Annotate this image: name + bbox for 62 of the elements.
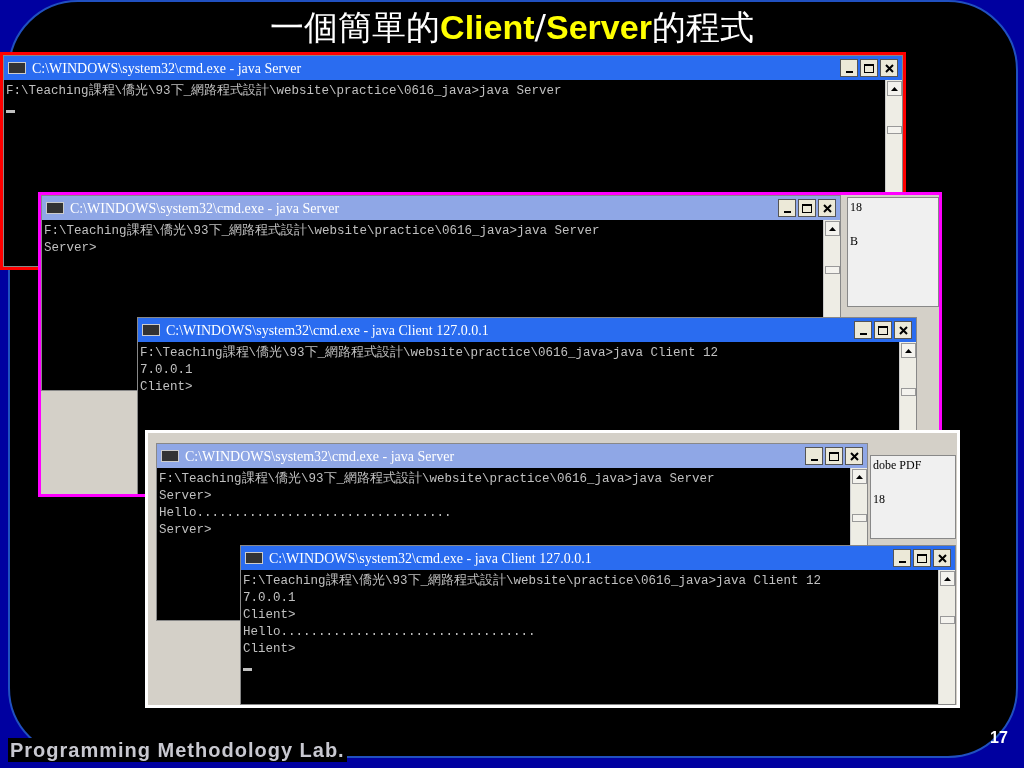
console-icon bbox=[46, 202, 64, 214]
window-title: C:\WINDOWS\system32\cmd.exe - java Server bbox=[70, 199, 340, 218]
scroll-thumb[interactable] bbox=[824, 266, 840, 274]
fragment-text: 18 bbox=[850, 200, 862, 214]
up-arrow-icon bbox=[828, 226, 836, 231]
console-line: F:\Teaching課程\僑光\93下_網路程式設計\website\practice\0616_java>java Client 12 bbox=[140, 345, 719, 362]
console-line: Server> bbox=[44, 240, 97, 257]
minimize-button[interactable] bbox=[840, 59, 858, 77]
console-icon bbox=[161, 450, 179, 462]
console-line: F:\Teaching課程\僑光\93下_網路程式設計\website\practice\0616_java>java Server bbox=[44, 223, 600, 240]
console-line: 7.0.0.1 bbox=[243, 590, 296, 607]
console-line: Client> bbox=[243, 641, 296, 658]
fragment-text: 18 bbox=[873, 492, 885, 506]
fragment-text: dobe PDF bbox=[873, 458, 922, 472]
minimize-button[interactable] bbox=[854, 321, 872, 339]
scroll-thumb[interactable] bbox=[851, 514, 867, 522]
console-line: Client> bbox=[243, 607, 296, 624]
minimize-button[interactable] bbox=[893, 549, 911, 567]
close-button[interactable] bbox=[818, 199, 836, 217]
window-title: C:\WINDOWS\system32\cmd.exe - java Server bbox=[32, 59, 302, 78]
close-icon bbox=[884, 63, 894, 73]
up-arrow-icon bbox=[855, 474, 863, 479]
scroll-thumb[interactable] bbox=[939, 616, 955, 624]
maximize-button[interactable] bbox=[798, 199, 816, 217]
console-line: F:\Teaching課程\僑光\93下_網路程式設計\website\practice\0616_java>java Server bbox=[159, 471, 715, 488]
console-line: Server> bbox=[159, 488, 212, 505]
footer-text: Programming Methodology Lab. bbox=[8, 738, 347, 762]
maximize-button[interactable] bbox=[874, 321, 892, 339]
close-button[interactable] bbox=[894, 321, 912, 339]
console-line: F:\Teaching課程\僑光\93下_網路程式設計\website\practice\0616_java>java Client 12 bbox=[243, 573, 822, 590]
console-line: F:\Teaching課程\僑光\93下_網路程式設計\website\practice\0616_java>java Server bbox=[6, 83, 562, 100]
close-icon bbox=[822, 203, 832, 213]
console-line: Server> bbox=[159, 522, 212, 539]
page-number: 17 bbox=[990, 728, 1008, 748]
close-icon bbox=[898, 325, 908, 335]
maximize-button[interactable] bbox=[825, 447, 843, 465]
slide-title: 一個簡單的Client/Server的程式 bbox=[269, 6, 755, 48]
close-button[interactable] bbox=[880, 59, 898, 77]
window-title: C:\WINDOWS\system32\cmd.exe - java Client 127.0.0.1 bbox=[166, 321, 489, 340]
close-icon bbox=[937, 553, 947, 563]
up-arrow-icon bbox=[890, 86, 898, 91]
maximize-button[interactable] bbox=[860, 59, 878, 77]
up-arrow-icon bbox=[943, 576, 951, 581]
fragment-text: B bbox=[850, 234, 858, 248]
console-icon bbox=[245, 552, 263, 564]
close-button[interactable] bbox=[845, 447, 863, 465]
scroll-thumb[interactable] bbox=[900, 388, 916, 396]
scroll-thumb[interactable] bbox=[886, 126, 902, 134]
close-button[interactable] bbox=[933, 549, 951, 567]
console-line: Client> bbox=[140, 379, 193, 396]
console-line: 7.0.0.1 bbox=[140, 362, 193, 379]
console-line: Hello.................................. bbox=[243, 624, 536, 641]
console-icon bbox=[8, 62, 26, 74]
minimize-button[interactable] bbox=[778, 199, 796, 217]
window-title: C:\WINDOWS\system32\cmd.exe - java Server bbox=[185, 447, 455, 466]
close-icon bbox=[849, 451, 859, 461]
console-icon bbox=[142, 324, 160, 336]
maximize-button[interactable] bbox=[913, 549, 931, 567]
minimize-button[interactable] bbox=[805, 447, 823, 465]
window-title: C:\WINDOWS\system32\cmd.exe - java Client 127.0.0.1 bbox=[269, 549, 592, 568]
console-line: Hello.................................. bbox=[159, 505, 452, 522]
up-arrow-icon bbox=[904, 348, 912, 353]
